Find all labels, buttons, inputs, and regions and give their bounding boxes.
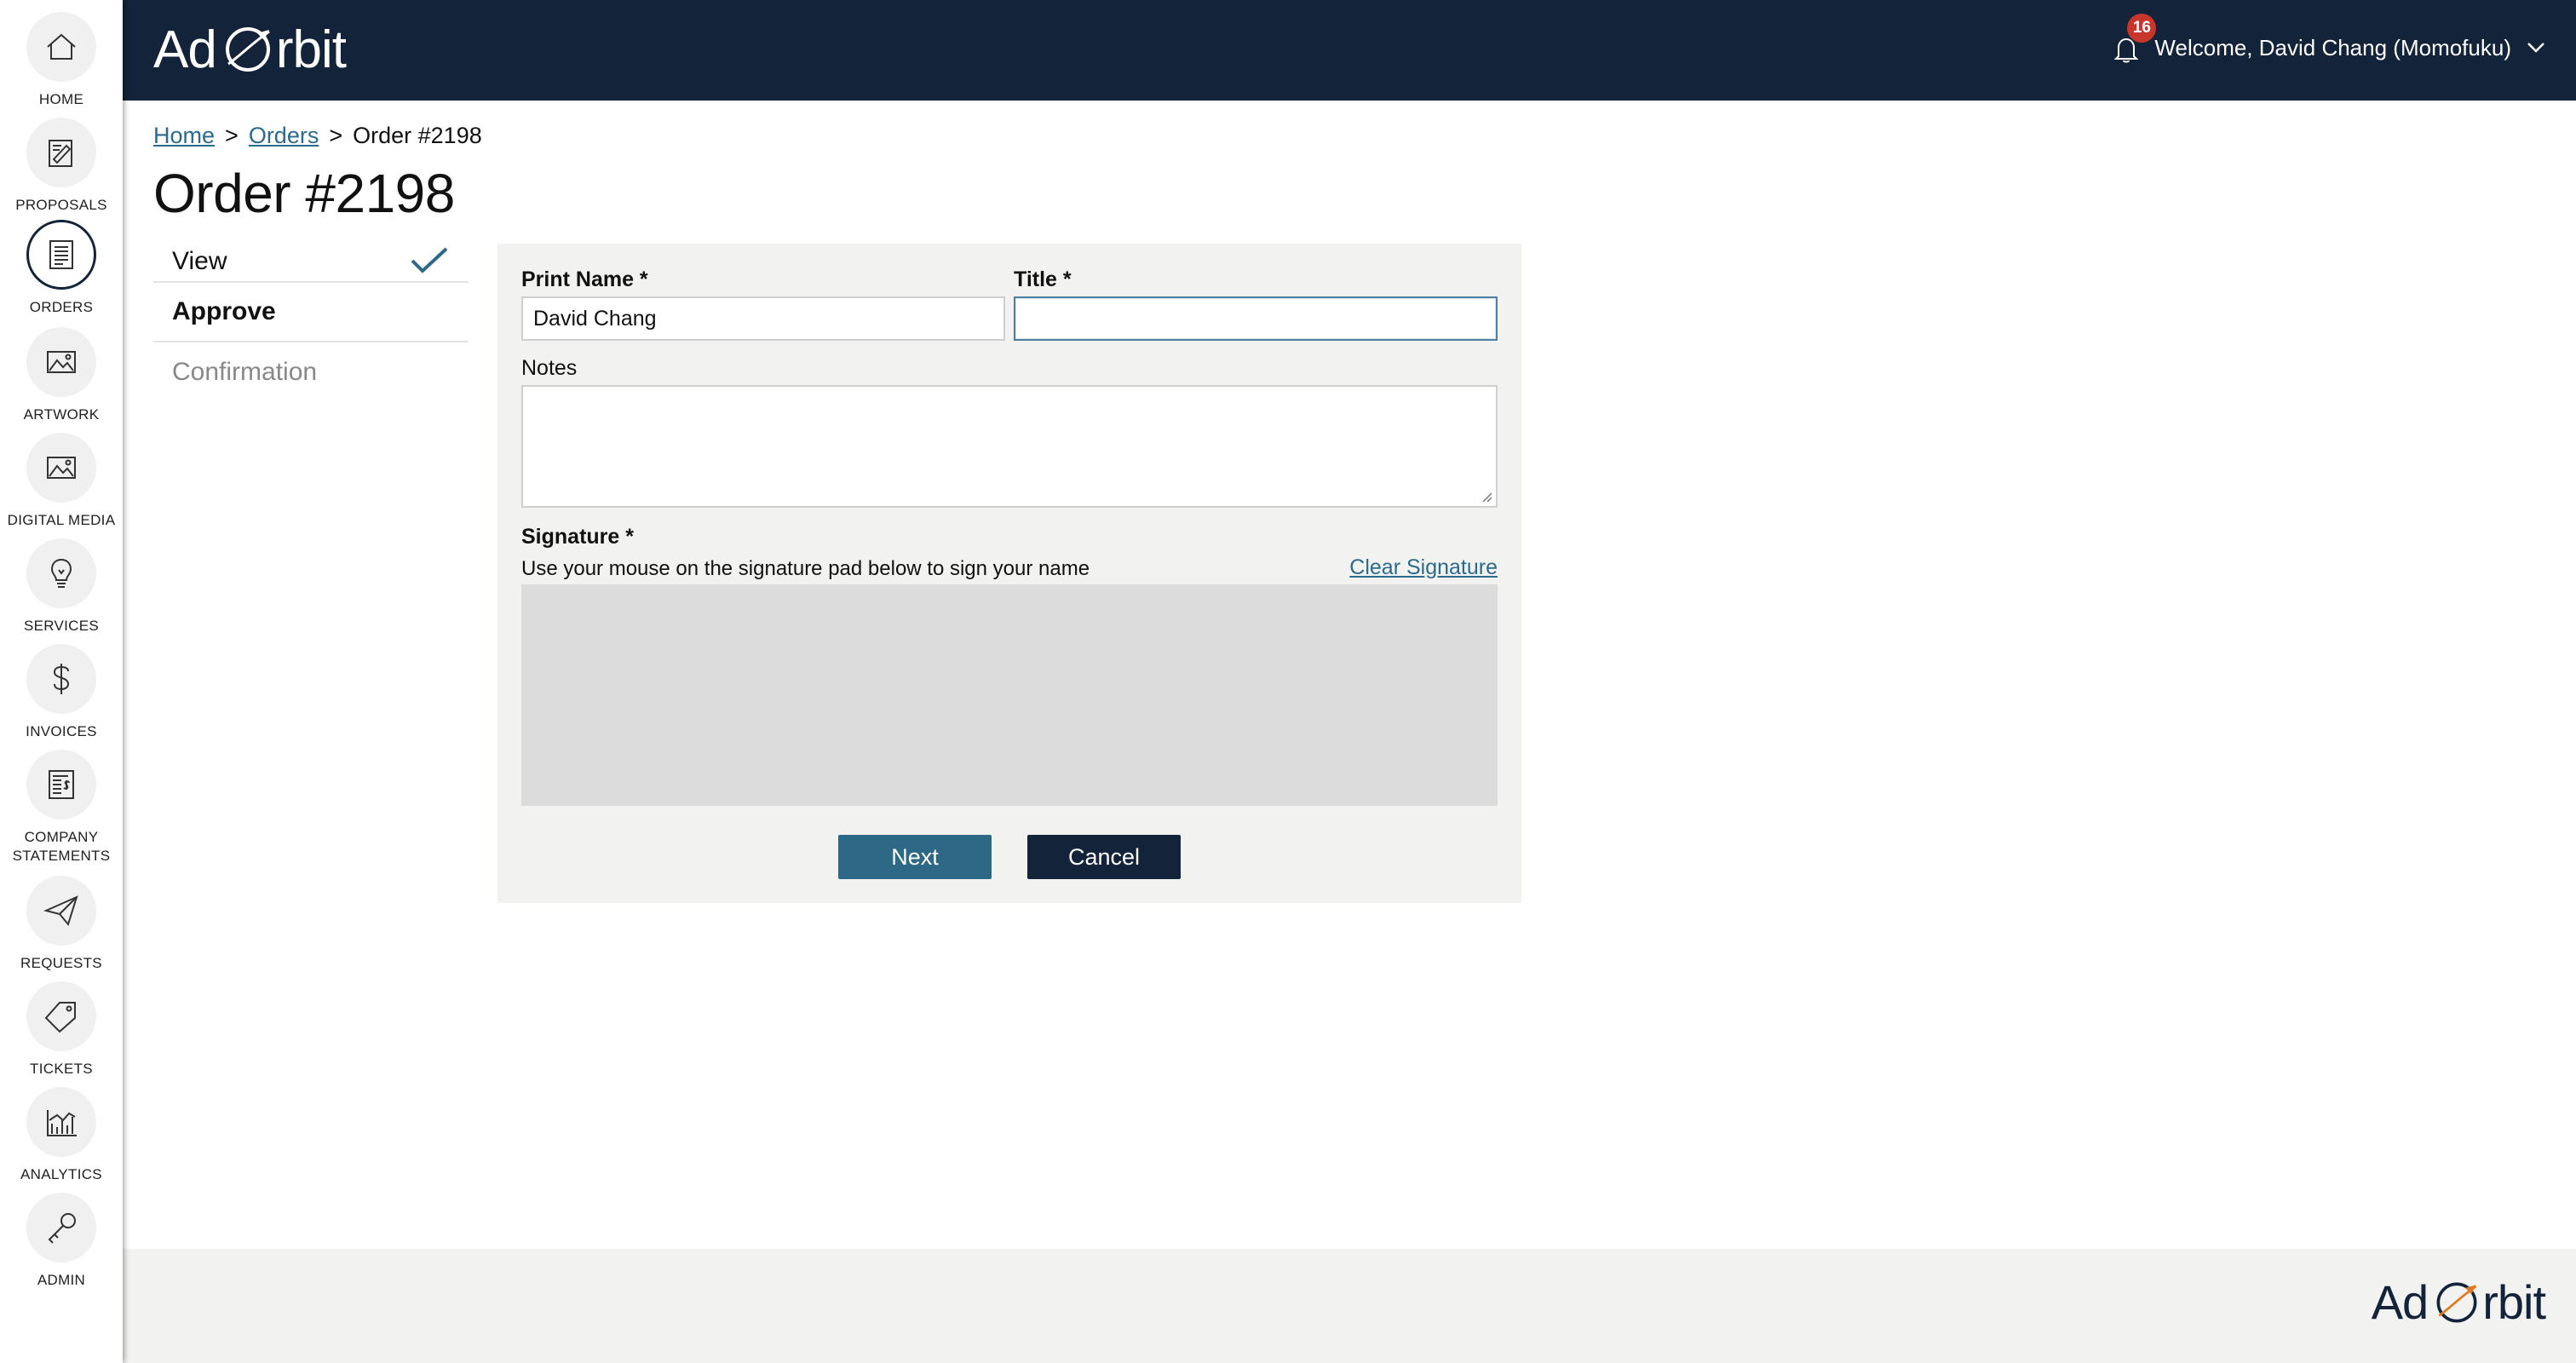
notification-badge: 16 (2127, 14, 2157, 43)
breadcrumb-orders-link[interactable]: Orders (249, 123, 319, 149)
sidebar: HOME PROPOSALS ORDERS ARTWORK DIGITAL ME… (0, 0, 123, 1363)
sidebar-item-artwork[interactable]: ARTWORK (0, 327, 123, 424)
paper-plane-icon (26, 876, 96, 946)
footer-logo: Ad rbit (2371, 1274, 2546, 1330)
home-icon (26, 12, 96, 82)
sidebar-item-admin[interactable]: ADMIN (0, 1193, 123, 1290)
page-title: Order #2198 (153, 163, 455, 224)
sidebar-item-analytics[interactable]: ANALYTICS (0, 1087, 123, 1184)
logo-text: Ad (153, 20, 217, 79)
key-icon (26, 1193, 96, 1262)
sidebar-item-label: INVOICES (26, 723, 97, 739)
sidebar-item-home[interactable]: HOME (0, 12, 123, 109)
dollar-icon (26, 644, 96, 714)
sidebar-item-digital-media[interactable]: DIGITAL MEDIA (0, 433, 123, 530)
sidebar-item-label: ARTWORK (23, 406, 100, 423)
sidebar-item-label: HOME (38, 91, 84, 107)
welcome-text: Welcome, David Chang (Momofuku) (2154, 34, 2511, 60)
breadcrumb: Home > Orders > Order #2198 (153, 123, 482, 149)
sidebar-item-label: ADMIN (37, 1272, 86, 1288)
orders-icon (26, 220, 96, 290)
step-view[interactable]: View (153, 244, 469, 283)
logo-text: rbit (2482, 1275, 2546, 1329)
print-name-label: Print Name * (521, 267, 648, 291)
checkmark-icon (411, 247, 448, 273)
step-list: View Approve Confirmation (153, 244, 469, 402)
sidebar-item-orders[interactable]: ORDERS (0, 220, 123, 317)
chevron-down-icon (2527, 43, 2544, 53)
step-confirmation[interactable]: Confirmation (153, 342, 469, 402)
step-label: View (172, 247, 227, 275)
footer: Ad rbit (123, 1249, 2576, 1363)
title-field[interactable] (1014, 296, 1498, 341)
sidebar-item-label: ORDERS (29, 299, 94, 315)
sidebar-item-requests[interactable]: REQUESTS (0, 876, 123, 973)
approval-form: Print Name * David Chang Title * Notes S… (497, 244, 1521, 903)
step-label: Approve (172, 297, 276, 325)
analytics-icon (26, 1087, 96, 1157)
sidebar-item-label: ANALYTICS (20, 1166, 102, 1182)
notifications-button[interactable]: 16 (2110, 14, 2157, 66)
adorbit-logo[interactable]: Ad rbit (153, 15, 347, 83)
top-header: Ad rbit 16 Welcome, David Chang (Momofuk… (123, 0, 2576, 101)
proposals-icon (26, 118, 96, 187)
breadcrumb-separator: > (329, 123, 343, 148)
sidebar-item-label: SERVICES (23, 618, 100, 634)
signature-label: Signature * (521, 525, 634, 549)
notes-label: Notes (521, 356, 578, 380)
signature-helper-text: Use your mouse on the signature pad belo… (521, 557, 1090, 580)
sidebar-item-label: DIGITAL MEDIA (7, 512, 116, 528)
sidebar-item-tickets[interactable]: TICKETS (0, 981, 123, 1078)
artwork-icon (26, 327, 96, 397)
sidebar-item-company-statements[interactable]: COMPANY STATEMENTS (0, 750, 123, 866)
cancel-button[interactable]: Cancel (1027, 835, 1181, 879)
company-statements-icon (26, 750, 96, 820)
sidebar-item-label: PROPOSALS (15, 197, 107, 213)
orbit-logo-icon (2436, 1282, 2477, 1322)
sidebar-item-proposals[interactable]: PROPOSALS (0, 118, 123, 215)
ticket-icon (26, 981, 96, 1051)
notes-textarea[interactable] (521, 385, 1498, 508)
logo-text: Ad (2371, 1275, 2429, 1329)
resize-handle-icon[interactable] (1479, 489, 1492, 503)
signature-pad[interactable] (521, 584, 1498, 806)
print-name-field[interactable]: David Chang (521, 296, 1005, 341)
breadcrumb-current: Order #2198 (353, 123, 482, 148)
sidebar-item-invoices[interactable]: INVOICES (0, 644, 123, 741)
sidebar-item-services[interactable]: SERVICES (0, 538, 123, 635)
breadcrumb-separator: > (225, 123, 239, 148)
sidebar-item-label: COMPANY STATEMENTS (12, 829, 111, 864)
clear-signature-link[interactable]: Clear Signature (1349, 555, 1498, 580)
title-label: Title * (1014, 267, 1072, 291)
services-icon (26, 538, 96, 608)
step-label: Confirmation (172, 358, 318, 386)
digital-media-icon (26, 433, 96, 503)
step-approve[interactable]: Approve (153, 283, 469, 342)
next-button[interactable]: Next (838, 835, 992, 879)
logo-text: rbit (275, 20, 347, 79)
orbit-logo-icon (225, 27, 270, 72)
user-menu[interactable]: 16 Welcome, David Chang (Momofuku) (2110, 14, 2545, 66)
sidebar-item-label: REQUESTS (20, 955, 102, 971)
sidebar-item-label: TICKETS (30, 1061, 93, 1077)
breadcrumb-home-link[interactable]: Home (153, 123, 215, 149)
